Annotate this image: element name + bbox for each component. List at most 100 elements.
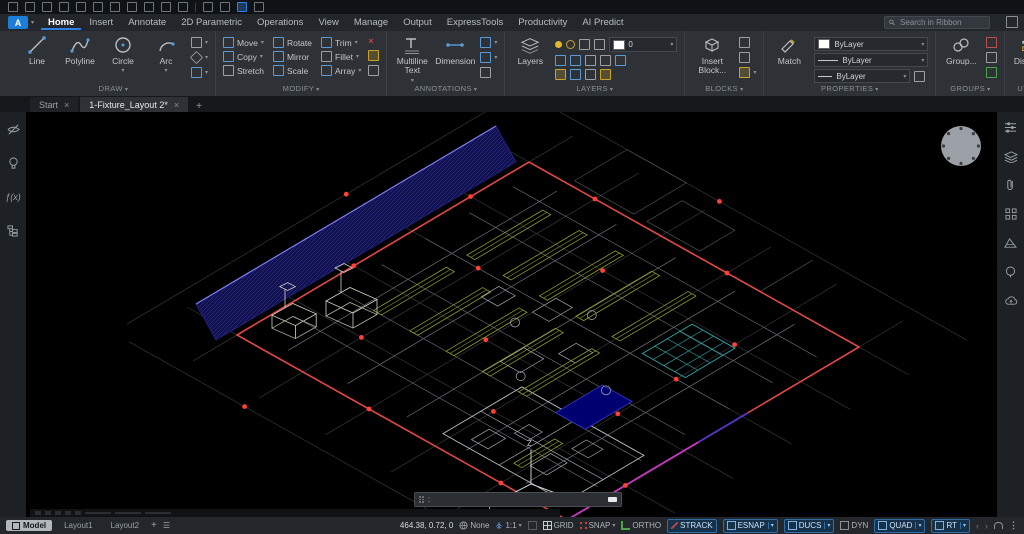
layout-tab-model[interactable]: Model [6,520,52,531]
isolate-objects-icon[interactable] [6,122,20,136]
esnap-chevron-icon[interactable]: ▾ [768,522,774,529]
annotation-monitor-icon[interactable] [528,521,537,530]
arc-dropdown-icon[interactable]: ▾ [164,68,167,75]
fillet-button[interactable]: Fillet▾ [321,51,361,62]
tab-expresstools[interactable]: ExpressTools [440,16,511,30]
move-button[interactable]: Move▾ [223,37,264,48]
layout-tab-layout1[interactable]: Layout1 [58,520,98,531]
panel-label-layers[interactable]: LAYERS▾ [512,84,677,96]
online-icon[interactable] [254,2,264,12]
quad-chevron-icon[interactable]: ▾ [915,522,921,529]
toggle-ducs[interactable]: DUCS ▾ [784,519,835,533]
ducs-chevron-icon[interactable]: ▾ [824,522,830,529]
command-bar-drag-handle[interactable] [419,496,424,503]
layout-tab-layout2[interactable]: Layout2 [105,520,145,531]
layer-merge-icon[interactable] [570,69,581,80]
tab-2d-parametric[interactable]: 2D Parametric [174,16,249,30]
group-button[interactable]: Group... [943,35,979,66]
toggle-ortho[interactable]: ORTHO [621,521,661,530]
print-icon[interactable] [76,2,86,12]
rt-chevron-icon[interactable]: ▾ [960,522,966,529]
tab-manage[interactable]: Manage [347,16,395,30]
explode-button[interactable] [368,50,379,61]
toggle-snap[interactable]: SNAP ▾ [580,521,616,530]
trim-button[interactable]: Trim▾ [321,37,361,48]
ucs-indicator[interactable]: None [459,521,489,530]
circle-button[interactable]: Circle ▾ [105,35,141,75]
toggle-dyn[interactable]: DYN [840,521,868,530]
layer-restore-icon[interactable] [585,69,596,80]
view-settings-icon[interactable] [203,2,213,12]
workspace-active-icon[interactable] [237,2,247,12]
lineweight-dropdown[interactable]: ByLayer ▾ [814,53,928,67]
rectangle-button[interactable]: ▾ [191,37,208,48]
dimension-button[interactable]: Dimension [437,35,473,66]
close-icon[interactable]: × [64,100,69,110]
layer-select-dropdown[interactable]: 0 ▾ [609,37,677,52]
panel-label-blocks[interactable]: BLOCKS▾ [692,84,756,96]
layers-panel-icon[interactable] [1004,149,1018,163]
toggle-quad[interactable]: QUAD ▾ [874,519,925,533]
structure-tree-icon[interactable] [6,224,20,238]
copy-icon[interactable] [144,2,154,12]
new-icon[interactable] [8,2,18,12]
doc-tab-fixture-layout[interactable]: 1-Fixture_Layout 2* × [80,97,188,112]
tab-insert[interactable]: Insert [82,16,120,30]
hatch-button[interactable]: ▾ [191,52,208,63]
render-settings-icon[interactable] [220,2,230,12]
tips-icon[interactable] [1004,265,1018,279]
link-icon[interactable] [127,2,137,12]
ribbon-search[interactable] [884,16,990,29]
tab-home[interactable]: Home [41,16,81,30]
layout-list-button[interactable]: ☰ [163,521,169,530]
export-icon[interactable] [178,2,188,12]
linetype-dropdown[interactable]: ByLayer ▾ [814,69,910,83]
panel-label-modify[interactable]: MODIFY▾ [223,84,379,96]
new-document-tab-button[interactable]: + [190,101,208,112]
ribbon-config-icon[interactable] [1006,16,1018,28]
cloud-icon[interactable] [1004,294,1018,308]
toggle-esnap[interactable]: ESNAP ▾ [723,519,778,533]
fields-icon[interactable]: ƒ(x) [6,190,20,204]
layer-unisolate-icon[interactable] [570,55,581,66]
light-bulb-icon[interactable] [6,156,20,170]
attachments-icon[interactable] [1004,178,1018,192]
offset-button[interactable] [368,65,379,76]
panel-label-properties[interactable]: PROPERTIES▾ [771,84,928,96]
command-bar[interactable]: : [414,492,622,507]
layer-walk-icon[interactable] [600,55,611,66]
arc-button[interactable]: Arc ▾ [148,35,184,75]
layer-on-icon[interactable] [555,41,562,48]
layer-lock-icon[interactable] [579,39,590,50]
mtext-dropdown-icon[interactable]: ▾ [411,78,414,85]
cursor-coordinates[interactable]: 464.38, 0.72, 0 [400,521,453,530]
distance-button[interactable]: Distance ▾ [1012,35,1024,75]
mirror-button[interactable]: Mirror [273,51,312,62]
multiline-text-button[interactable]: Multiline Text ▾ [394,35,430,84]
rotate-button[interactable]: Rotate [273,37,312,48]
open-icon[interactable] [25,2,35,12]
save-as-icon[interactable] [59,2,69,12]
publish-icon[interactable] [161,2,171,12]
render-materials-icon[interactable] [1004,236,1018,250]
view-navigation-compass[interactable] [939,124,983,173]
table-button[interactable] [480,67,497,78]
layer-set-current-icon[interactable] [615,55,626,66]
panel-label-annotations[interactable]: ANNOTATIONS▾ [394,84,497,96]
block-define-button[interactable]: ▾ [739,67,756,78]
dimension-style-button[interactable]: ▾ [480,52,497,63]
scale-button[interactable]: Scale [273,65,312,76]
insert-block-button[interactable]: Insert Block... [692,35,732,76]
statusbar-menu-icon[interactable]: ⋮ [1009,520,1018,531]
layers-button[interactable]: Layers [512,35,548,66]
snap-chevron-icon[interactable]: ▾ [612,522,615,529]
layer-thaw-icon[interactable] [600,69,611,80]
save-icon[interactable] [42,2,52,12]
panel-label-utilities[interactable]: UTILITIES▾ [1012,84,1024,96]
leader-button[interactable]: ▾ [480,37,497,48]
app-menu-chevron-icon[interactable]: ▾ [31,19,34,26]
group-explode-button[interactable] [986,67,997,78]
tab-ai-predict[interactable]: AI Predict [575,16,630,30]
layer-match-icon[interactable] [585,55,596,66]
search-input[interactable] [898,17,985,28]
